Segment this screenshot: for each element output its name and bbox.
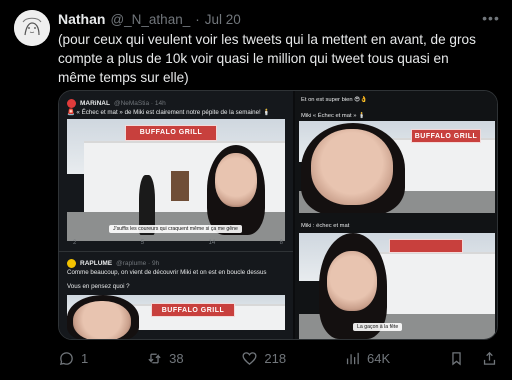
restaurant-sign-3: BUFFALO GRILL: [411, 129, 481, 143]
right-text-2: Miki « Échec et mat » 🕯️: [301, 113, 366, 119]
quote-2-author-name: RAPLUME: [80, 259, 113, 267]
quote-retweet-count[interactable]: 5: [141, 239, 144, 247]
quote-author-name: MARiNAL: [80, 99, 110, 107]
retweet-count: 38: [169, 350, 184, 366]
tweet-text: (pour ceux qui veulent voir les tweets q…: [58, 32, 476, 85]
media-right[interactable]: Et on est super bien 😎👌 Miki « Échec et …: [295, 91, 497, 339]
face-3: [311, 129, 393, 205]
video-frame-4[interactable]: La gaçon à la fête: [299, 233, 495, 339]
bookmark-icon: [452, 351, 461, 365]
right-text-1: Et on est super bien 😎👌: [301, 97, 368, 103]
face-2: [73, 301, 131, 339]
quote-2-author-handle: @raplume · 9h: [116, 259, 160, 267]
video-frame[interactable]: BUFFALO GRILL J'suffis les coureurs qui …: [67, 119, 285, 241]
like-count: 218: [264, 350, 287, 366]
tweet-header: Nathan @_N_athan_ · Jul 20: [58, 10, 241, 28]
quote-like-count[interactable]: 14: [209, 239, 216, 247]
views-count: 64K: [366, 350, 391, 366]
avatar[interactable]: [14, 10, 50, 46]
more-horizontal-icon[interactable]: •••: [482, 9, 500, 27]
bookmark-button[interactable]: [448, 350, 465, 367]
restaurant-sign-2: BUFFALO GRILL: [151, 303, 235, 317]
quote-2-question: Vous en pensez quoi ?: [67, 283, 130, 290]
media-divider: [59, 251, 293, 252]
restaurant-sign: BUFFALO GRILL: [125, 125, 217, 141]
video-caption-2: La gaçon à la fête: [353, 323, 403, 331]
retweet-icon: [148, 353, 161, 363]
right-actions: [448, 350, 498, 367]
quote-author-handle: @NeMaStia · 14h: [113, 99, 166, 107]
retweet-button[interactable]: 38: [146, 350, 184, 367]
tweet-date[interactable]: Jul 20: [205, 12, 241, 27]
face-4: [327, 251, 377, 311]
share-button[interactable]: [481, 350, 498, 367]
quote-avatar: [67, 98, 76, 108]
views-button[interactable]: 64K: [344, 350, 390, 367]
reply-icon: [59, 351, 73, 365]
media-grid[interactable]: MARiNAL @NeMaStia · 14h 🚨 « Échec et mat…: [58, 90, 498, 340]
avatar-sketch-icon: [14, 10, 50, 46]
author-handle[interactable]: @_N_athan_: [110, 12, 190, 27]
quote-text: 🚨 « Échec et mat » de Miki est clairemen…: [67, 109, 271, 116]
reply-button[interactable]: 1: [58, 350, 88, 367]
quote-2-header: RAPLUME @raplume · 9h: [67, 257, 159, 269]
tweet-actions: 1 38 218 64K: [58, 348, 498, 368]
tweet: Nathan @_N_athan_ · Jul 20 ••• (pour ceu…: [0, 0, 512, 380]
quote-view-count[interactable]: 8: [280, 239, 283, 247]
media-left[interactable]: MARiNAL @NeMaStia · 14h 🚨 « Échec et mat…: [59, 91, 293, 339]
face: [215, 153, 257, 207]
share-icon: [483, 351, 496, 365]
video-frame-3[interactable]: BUFFALO GRILL: [299, 121, 495, 213]
video-caption: J'suffis les coureurs qui craquent même …: [109, 225, 242, 233]
separator-dot: ·: [195, 11, 200, 27]
heart-icon: [242, 351, 257, 365]
quote-2-text: Comme beaucoup, on vient de découvrir Mi…: [67, 269, 267, 276]
quote-actions: 2 5 14 8: [73, 239, 283, 247]
right-text-3: Miki : échec et mat: [301, 223, 350, 229]
author-name[interactable]: Nathan: [58, 11, 105, 27]
video-frame-2[interactable]: BUFFALO GRILL: [67, 295, 285, 339]
quote-reply-count[interactable]: 2: [73, 239, 76, 247]
like-button[interactable]: 218: [241, 350, 286, 367]
reply-count: 1: [81, 350, 89, 366]
quote-2-avatar: [67, 258, 76, 268]
views-bar-chart-icon: [346, 352, 359, 364]
